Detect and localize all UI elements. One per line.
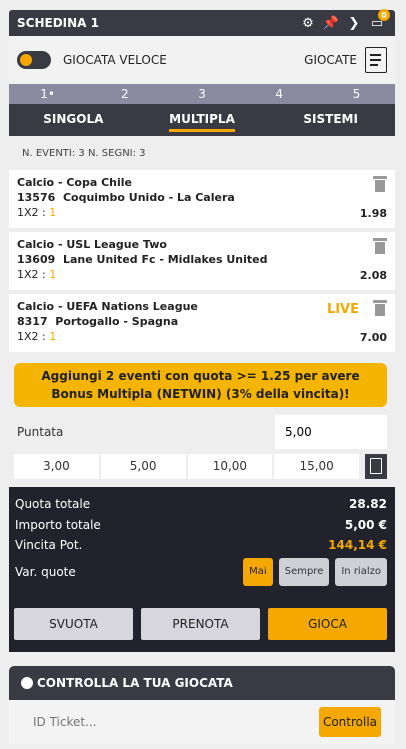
odds-change-always[interactable]: Sempre bbox=[278, 558, 330, 586]
live-badge: LIVE bbox=[326, 302, 359, 317]
event-match: 13576 Coquimbo Unido - La Calera bbox=[17, 191, 387, 204]
slip-actions: SVUOTA PRENOTA GIOCA bbox=[14, 608, 387, 640]
event-selection: 1X2 : 1 bbox=[17, 330, 387, 343]
receipt-icon[interactable] bbox=[365, 47, 387, 73]
gear-icon[interactable]: ⚙ bbox=[298, 14, 318, 32]
event-pick: 1 bbox=[49, 206, 57, 219]
event-code: 8317 bbox=[17, 315, 48, 328]
stake-label: Puntata bbox=[17, 425, 64, 439]
potential-win-value: 144,14 € bbox=[328, 538, 387, 552]
tab-sistemi[interactable]: SISTEMI bbox=[266, 104, 395, 136]
event-teams: Coquimbo Unido - La Calera bbox=[62, 191, 235, 204]
step-3[interactable]: 3 bbox=[163, 84, 240, 104]
total-odds-row: Quota totale 28.82 bbox=[15, 497, 387, 511]
pin-icon[interactable]: 📌 bbox=[321, 14, 341, 32]
quick-amounts: 3,00 5,00 10,00 15,00 bbox=[14, 454, 387, 479]
odds-change-up[interactable]: In rialzo bbox=[335, 558, 387, 586]
tab-multipla-label: MULTIPLA bbox=[169, 112, 235, 132]
quick-amount-button[interactable]: 15,00 bbox=[274, 454, 359, 479]
radio-icon[interactable] bbox=[21, 677, 33, 689]
tab-sistemi-label: SISTEMI bbox=[303, 112, 358, 126]
tab-singola-label: SINGOLA bbox=[43, 112, 104, 126]
ticket-icon[interactable]: ▭ 0 bbox=[367, 9, 390, 32]
bonus-line-1: Aggiungi 2 eventi con quota >= 1.25 per … bbox=[41, 369, 360, 383]
book-button[interactable]: PRENOTA bbox=[141, 608, 260, 640]
calculator-icon[interactable] bbox=[365, 454, 387, 479]
total-odds-label: Quota totale bbox=[15, 497, 91, 511]
fast-bet-row: GIOCATA VELOCE GIOCATE bbox=[9, 36, 395, 84]
event-odd: 7.00 bbox=[359, 331, 387, 344]
event-code: 13576 bbox=[17, 191, 56, 204]
betslip-header: SCHEDINA 1 ⚙ 📌 ❯ ▭ 0 bbox=[9, 9, 395, 36]
betslip-title: SCHEDINA 1 bbox=[17, 16, 99, 30]
total-odds-value: 28.82 bbox=[349, 497, 387, 511]
step-5[interactable]: 5 bbox=[318, 84, 395, 104]
event-teams: Portogallo - Spagna bbox=[55, 315, 179, 328]
event-market: 1X2 : bbox=[17, 206, 50, 219]
ticket-id-input[interactable] bbox=[33, 715, 319, 729]
fast-bet-toggle[interactable] bbox=[17, 51, 51, 69]
tab-multipla[interactable]: MULTIPLA bbox=[138, 104, 267, 136]
event-sport: Calcio - Copa Chile bbox=[17, 176, 133, 189]
check-ticket-button[interactable]: Controlla bbox=[319, 707, 381, 737]
check-ticket-header: CONTROLLA LA TUA GIOCATA bbox=[9, 666, 395, 700]
check-ticket-body: Controlla bbox=[9, 700, 395, 744]
step-1[interactable]: 1• bbox=[9, 84, 86, 104]
fast-bet-label: GIOCATA VELOCE bbox=[63, 53, 167, 67]
play-button[interactable]: GIOCA bbox=[268, 608, 387, 640]
quick-amount-button[interactable]: 3,00 bbox=[14, 454, 99, 479]
trash-icon[interactable] bbox=[373, 300, 387, 316]
event-pick: 1 bbox=[49, 268, 57, 281]
step-2[interactable]: 2 bbox=[86, 84, 163, 104]
toggle-knob bbox=[20, 54, 32, 66]
event-odd: 1.98 bbox=[359, 207, 387, 220]
potential-win-row: Vincita Pot. 144,14 € bbox=[15, 538, 387, 552]
tab-singola[interactable]: SINGOLA bbox=[9, 104, 138, 136]
ticket-count-badge: 0 bbox=[378, 9, 390, 21]
total-amount-value: 5,00 € bbox=[344, 518, 387, 532]
stake-input[interactable] bbox=[275, 415, 387, 449]
event-sport: Calcio - USL League Two bbox=[17, 238, 167, 251]
giocate-label[interactable]: GIOCATE bbox=[304, 53, 357, 67]
total-amount-row: Importo totale 5,00 € bbox=[15, 518, 387, 532]
event-selection: 1X2 : 1 bbox=[17, 268, 387, 281]
potential-win-label: Vincita Pot. bbox=[15, 538, 83, 552]
event-item: Calcio - UEFA Nations League 8317 Portog… bbox=[9, 294, 395, 352]
total-amount-label: Importo totale bbox=[15, 518, 101, 532]
quick-amount-button[interactable]: 5,00 bbox=[100, 454, 186, 479]
event-item: Calcio - USL League Two 13609 Lane Unite… bbox=[9, 232, 395, 290]
event-pick: 1 bbox=[49, 330, 57, 343]
event-counts: N. EVENTI: 3 N. SEGNI: 3 bbox=[22, 148, 146, 159]
stake-row: Puntata bbox=[9, 414, 395, 450]
bet-type-tabs: SINGOLA MULTIPLA SISTEMI bbox=[9, 104, 395, 136]
event-market: 1X2 : bbox=[17, 330, 50, 343]
chevron-right-icon[interactable]: ❯ bbox=[344, 14, 364, 32]
summary-panel: Quota totale 28.82 Importo totale 5,00 €… bbox=[9, 487, 395, 652]
event-odd: 2.08 bbox=[359, 269, 387, 282]
check-ticket-title: CONTROLLA LA TUA GIOCATA bbox=[37, 676, 233, 690]
quick-amount-button[interactable]: 10,00 bbox=[187, 454, 273, 479]
event-selection: 1X2 : 1 bbox=[17, 206, 387, 219]
odds-change-options: Mai Sempre In rialzo bbox=[243, 558, 387, 586]
clear-button[interactable]: SVUOTA bbox=[14, 608, 133, 640]
odds-change-never[interactable]: Mai bbox=[243, 558, 273, 586]
event-code: 13609 bbox=[17, 253, 56, 266]
event-teams: Lane United Fc - Midlakes United bbox=[62, 253, 268, 266]
step-4[interactable]: 4 bbox=[241, 84, 318, 104]
event-match: 13609 Lane United Fc - Midlakes United bbox=[17, 253, 387, 266]
trash-icon[interactable] bbox=[373, 238, 387, 254]
trash-icon[interactable] bbox=[373, 176, 387, 192]
event-item: Calcio - Copa Chile 13576 Coquimbo Unido… bbox=[9, 170, 395, 228]
event-market: 1X2 : bbox=[17, 268, 50, 281]
bonus-banner: Aggiungi 2 eventi con quota >= 1.25 per … bbox=[14, 363, 387, 407]
bonus-line-2: Bonus Multipla (NETWIN) (3% della vincit… bbox=[51, 387, 350, 401]
slip-steps: 1• 2 3 4 5 bbox=[9, 84, 395, 104]
